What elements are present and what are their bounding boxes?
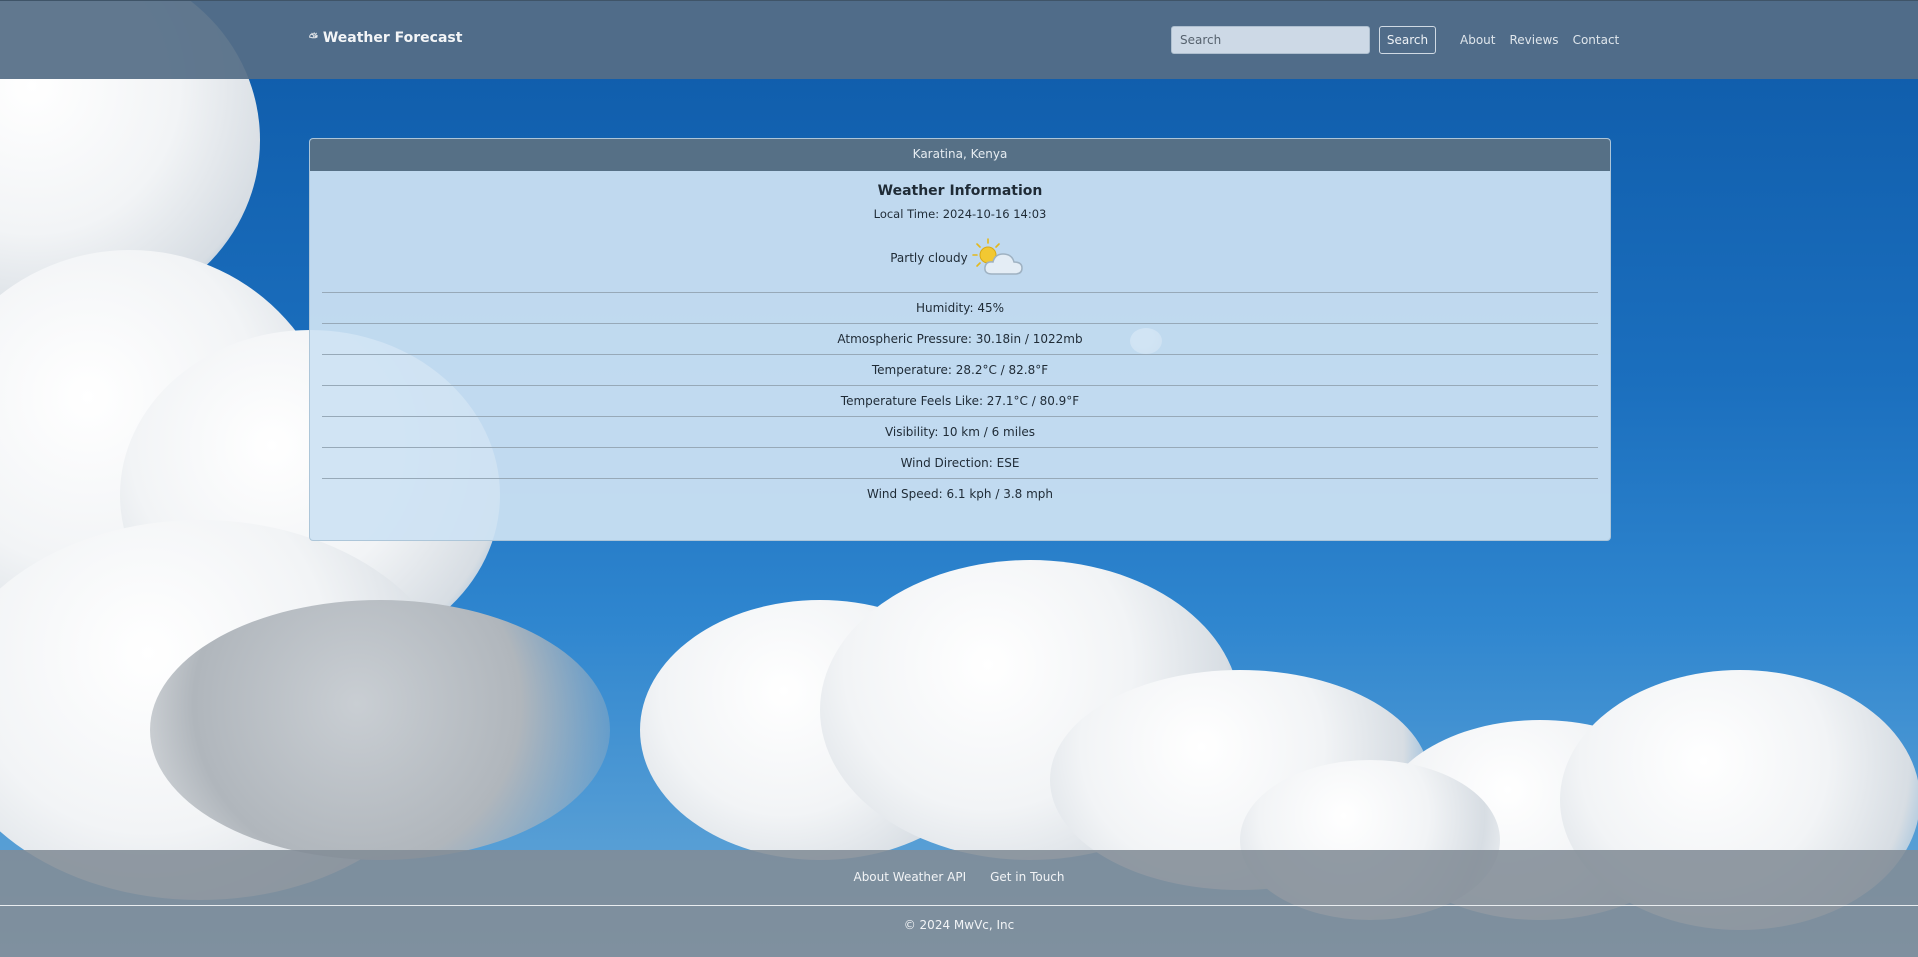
brand[interactable]: ⛅︎ Weather Forecast [309,30,462,46]
humidity-row: Humidity: 45% [322,292,1598,323]
copyright: © 2024 MwVc, Inc [903,918,1015,932]
wind-speed-row: Wind Speed: 6.1 kph / 3.8 mph [322,478,1598,509]
nav-link-contact[interactable]: Contact [1573,33,1620,47]
footer-links: About Weather API Get in Touch [0,870,1918,884]
wind-direction-row: Wind Direction: ESE [322,447,1598,478]
partly-cloudy-icon [971,238,1023,275]
search-button[interactable]: Search [1379,26,1436,54]
sunrise-icon: ⛅︎ [309,31,318,44]
local-time: Local Time: 2024-10-16 14:03 [873,207,1047,221]
footer-divider [0,905,1918,906]
footer-link-get-in-touch[interactable]: Get in Touch [990,870,1064,884]
pressure-row: Atmospheric Pressure: 30.18in / 1022mb [322,323,1598,354]
navbar: ⛅︎ Weather Forecast Search About Reviews… [0,0,1918,79]
nav-links: About Reviews Contact [1460,33,1619,47]
footer: About Weather API Get in Touch © 2024 Mw… [0,850,1918,957]
location-header: Karatina, Kenya [310,139,1610,171]
temperature-row: Temperature: 28.2°C / 82.8°F [322,354,1598,385]
footer-link-about-api[interactable]: About Weather API [853,870,966,884]
card-title: Weather Information [877,183,1043,199]
nav-link-reviews[interactable]: Reviews [1509,33,1558,47]
visibility-row: Visibility: 10 km / 6 miles [322,416,1598,447]
condition-text: Partly cloudy [890,251,968,265]
nav-link-about[interactable]: About [1460,33,1495,47]
search-input[interactable] [1171,26,1370,54]
feels-like-row: Temperature Feels Like: 27.1°C / 80.9°F [322,385,1598,416]
brand-label: Weather Forecast [322,30,463,46]
weather-condition: Partly cloudy [310,234,1610,282]
weather-details: Humidity: 45% Atmospheric Pressure: 30.1… [322,292,1598,509]
weather-card: Karatina, Kenya Weather Information Loca… [309,138,1611,541]
